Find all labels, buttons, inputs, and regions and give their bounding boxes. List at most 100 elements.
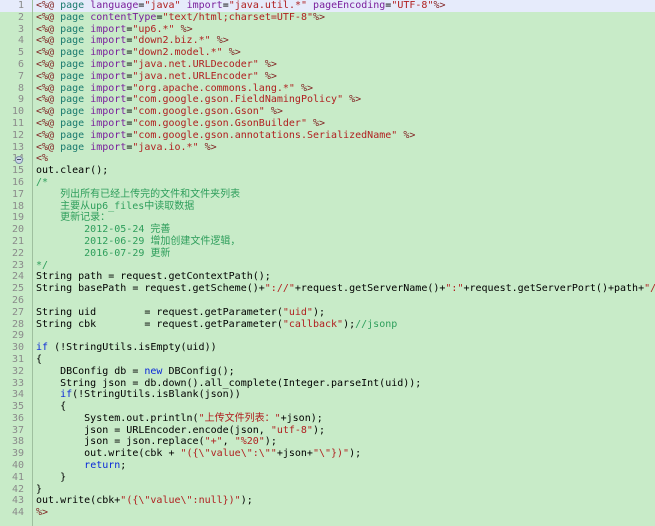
token-dir: %>: [300, 82, 314, 94]
code-line-content: <%@ page import="java.io.*" %>: [36, 142, 217, 154]
token-dir: <%@: [36, 0, 55, 11]
code-line[interactable]: 44 %>: [0, 507, 655, 519]
code-line[interactable]: 15 out.clear();: [0, 165, 655, 177]
fold-collapse-icon[interactable]: [15, 155, 23, 164]
code-line[interactable]: 28 String cbk = request.getParameter("cal…: [0, 319, 655, 331]
code-line-content: <%@ page contentType="text/html;charset=…: [36, 12, 325, 24]
token-plain: json = URLEncoder.encode(json,: [36, 424, 271, 436]
code-line[interactable]: 7 <%@ page import="java.net.URLEncoder" %…: [0, 71, 655, 83]
token-plain: out.write(cbk +: [36, 448, 181, 460]
code-line[interactable]: 39 out.write(cbk + "({\"value\":\""+json…: [0, 448, 655, 460]
code-line[interactable]: 30 if (!StringUtils.isEmpty(uid)): [0, 342, 655, 354]
token-plain: (!StringUtils.isEmpty(uid)): [48, 342, 217, 354]
line-number: 26: [11, 294, 24, 306]
code-line[interactable]: 33 String json = db.down().all_complete(…: [0, 378, 655, 390]
code-line[interactable]: 27 String uid = request.getParameter("uid…: [0, 307, 655, 319]
code-line[interactable]: 12 <%@ page import="com.google.gson.annot…: [0, 130, 655, 142]
line-number: 43: [11, 495, 24, 507]
line-number: 2: [17, 11, 24, 23]
code-line[interactable]: 20 2012-05-24 完善: [0, 224, 655, 236]
code-line-content: <%@ page import="down2.model.*" %>: [36, 47, 241, 59]
line-number: 29: [11, 330, 24, 342]
token-kw: if: [36, 342, 49, 354]
token-plain: DBConfig db =: [36, 365, 145, 377]
code-line[interactable]: 43 out.write(cbk+"({\"value\":null})");: [0, 495, 655, 507]
code-line[interactable]: 34 if(!StringUtils.isBlank(json)): [0, 389, 655, 401]
code-lines-container[interactable]: 1 <%@ page language="java" import="java.u…: [0, 0, 655, 519]
code-line[interactable]: 8 <%@ page import="org.apache.commons.lan…: [0, 83, 655, 95]
code-line[interactable]: 41 }: [0, 472, 655, 484]
code-line[interactable]: 24 String path = request.getContextPath()…: [0, 271, 655, 283]
line-number: 28: [11, 318, 24, 330]
token-plain: json = json.replace(: [36, 436, 205, 448]
token-str: "上传文件列表：": [198, 412, 281, 424]
code-line[interactable]: 19 更新记录：: [0, 212, 655, 224]
code-line[interactable]: 9 <%@ page import="com.google.gson.FieldN…: [0, 94, 655, 106]
code-line[interactable]: 22 2016-07-29 更新: [0, 248, 655, 260]
token-tag: page: [60, 0, 85, 11]
token-str: "text/html;charset=UTF-8": [162, 11, 313, 23]
token-cmt: /*: [36, 176, 49, 188]
token-attr: import: [90, 35, 127, 47]
code-line[interactable]: 37 json = URLEncoder.encode(json, "utf-8…: [0, 425, 655, 437]
line-number: 10: [11, 106, 24, 118]
code-line[interactable]: 42}: [0, 484, 655, 496]
code-line-content: <%@ page import="com.google.gson.FieldNa…: [36, 94, 361, 106]
code-line[interactable]: 3 <%@ page import="up6.*" %>: [0, 24, 655, 36]
line-number: 12: [11, 129, 24, 141]
code-line[interactable]: 16 /*: [0, 177, 655, 189]
line-number: 17: [11, 188, 24, 200]
code-line-content: String basePath = request.getScheme()+":…: [36, 283, 655, 295]
code-line-content: {: [36, 354, 42, 366]
token-tag: page: [60, 82, 85, 94]
token-str: "com.google.gson.Gson": [132, 106, 265, 118]
code-line[interactable]: 23 */: [0, 260, 655, 272]
token-plain: {: [36, 401, 67, 413]
code-line[interactable]: 40 return;: [0, 460, 655, 472]
code-line[interactable]: 17 列出所有已经上传完的文件和文件夹列表: [0, 189, 655, 201]
code-line[interactable]: 32 DBConfig db = new DBConfig();: [0, 366, 655, 378]
line-number: 41: [11, 471, 24, 483]
token-plain: String basePath = request.getScheme()+: [36, 283, 265, 295]
token-kw: if: [60, 389, 73, 401]
code-line[interactable]: 2 <%@ page contentType="text/html;charset…: [0, 12, 655, 24]
code-line[interactable]: 35 {: [0, 401, 655, 413]
code-line[interactable]: 5 <%@ page import="down2.model.*" %>: [0, 47, 655, 59]
token-str: "({\"value\":\"": [180, 448, 277, 460]
token-dir: %>: [349, 94, 362, 106]
token-plain: DBConfig();: [162, 365, 235, 377]
code-line-content: String path = request.getContextPath();: [36, 271, 271, 283]
token-str: "org.apache.commons.lang.*": [132, 82, 295, 94]
token-plain: }: [36, 471, 67, 483]
line-number: 30: [11, 342, 24, 354]
gutter-separator: [32, 0, 33, 526]
token-plain: +request.getServerName()+: [294, 283, 446, 295]
code-line-content: */: [36, 260, 48, 272]
code-line-content: <%@ page import="com.google.gson.Gson" %…: [36, 106, 283, 118]
token-dir: <%@: [36, 11, 55, 23]
token-plain: System.out.println(: [36, 412, 199, 424]
token-attr: import: [90, 58, 127, 70]
code-line[interactable]: 25 String basePath = request.getScheme()+…: [0, 283, 655, 295]
token-str: "java.util.*": [228, 0, 308, 11]
line-number: 34: [11, 389, 24, 401]
code-line[interactable]: 21 2012-06-29 增加创建文件逻辑，: [0, 236, 655, 248]
code-line[interactable]: 29: [0, 330, 655, 342]
code-line[interactable]: 36 System.out.println("上传文件列表："+json);: [0, 413, 655, 425]
code-line[interactable]: 26: [0, 295, 655, 307]
code-line[interactable]: 6 <%@ page import="java.net.URLDecoder" %…: [0, 59, 655, 71]
code-line-content: {: [36, 401, 66, 413]
code-line[interactable]: 1 <%@ page language="java" import="java.u…: [0, 0, 655, 12]
code-line[interactable]: 18 主要从up6_files中读取数据: [0, 201, 655, 213]
code-line[interactable]: 10 <%@ page import="com.google.gson.Gson"…: [0, 106, 655, 118]
code-line[interactable]: 11 <%@ page import="com.google.gson.GsonB…: [0, 118, 655, 130]
code-line[interactable]: 14<%: [0, 153, 655, 165]
code-line[interactable]: 4 <%@ page import="down2.biz.*" %>: [0, 35, 655, 47]
code-line-content: 2016-07-29 更新: [36, 248, 170, 260]
code-line[interactable]: 31 {: [0, 354, 655, 366]
code-line[interactable]: 38 json = json.replace("+", "%20");: [0, 436, 655, 448]
code-editor[interactable]: 1 <%@ page language="java" import="java.u…: [0, 0, 655, 526]
code-line[interactable]: 13 <%@ page import="java.io.*" %>: [0, 142, 655, 154]
